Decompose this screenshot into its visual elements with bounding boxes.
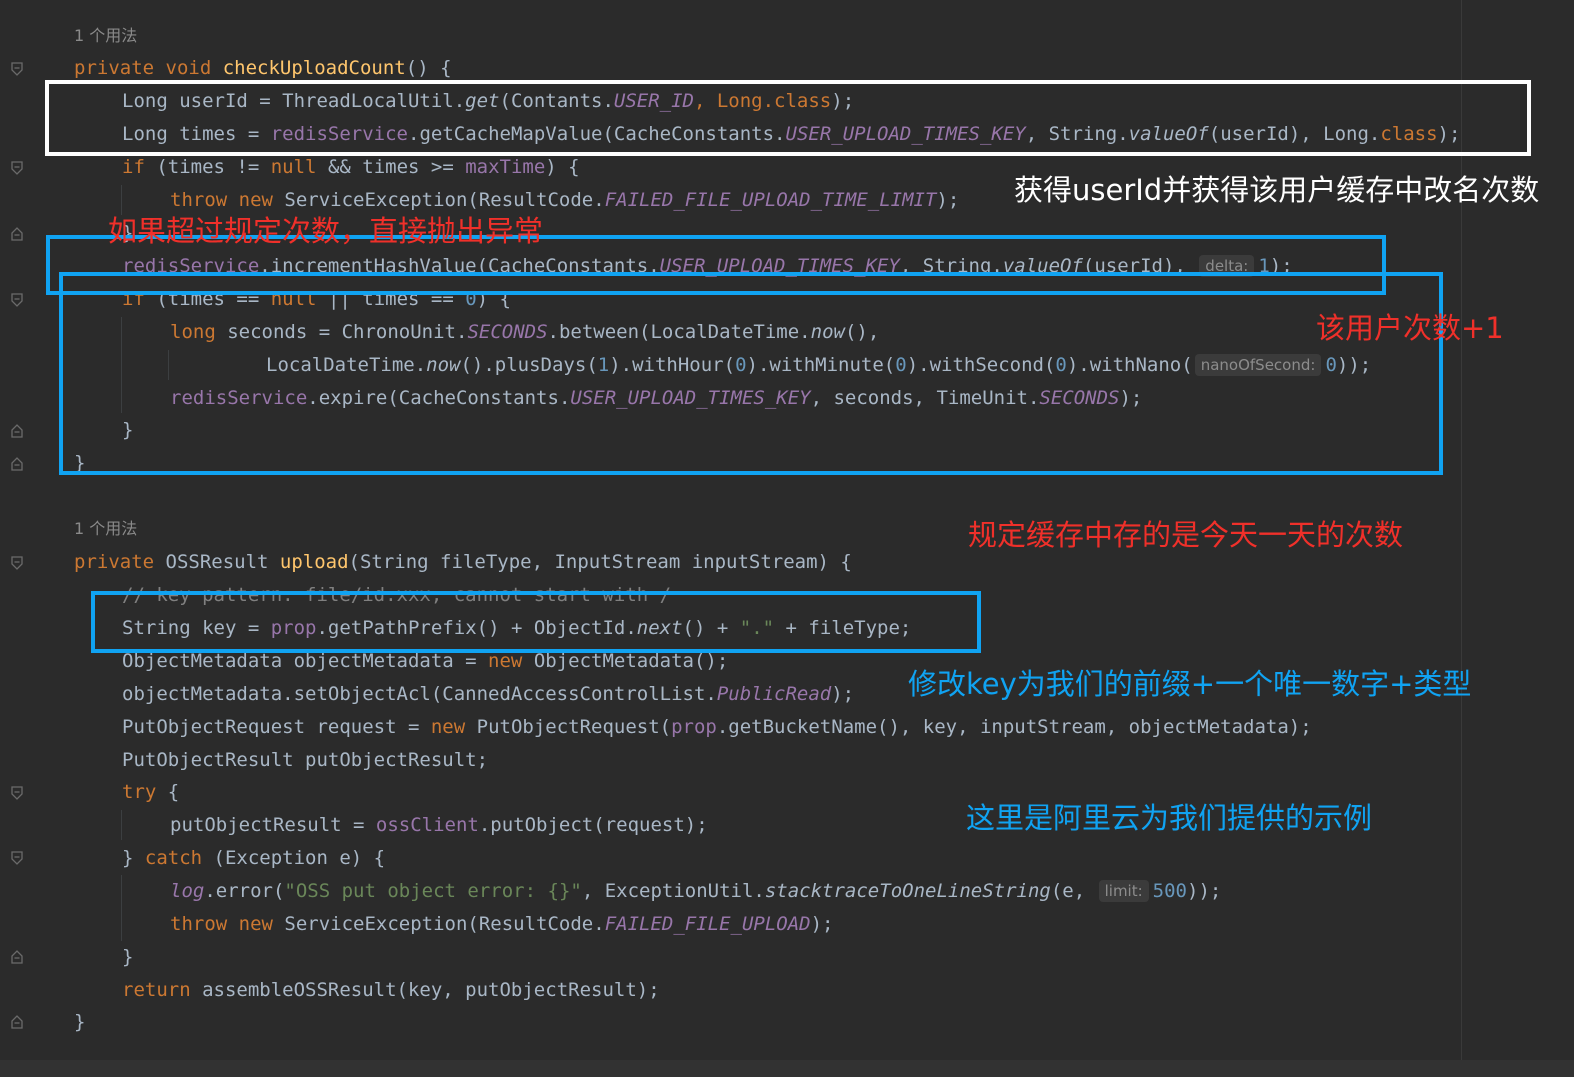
annotation-key-format: 修改key为我们的前缀+一个唯一数字+类型 xyxy=(908,667,1472,701)
code-line: } xyxy=(74,1011,86,1033)
usage-hint[interactable]: 1 个用法 xyxy=(74,518,137,540)
status-strip xyxy=(0,1060,1574,1077)
code-line: PutObjectRequest request = new PutObject… xyxy=(122,716,1312,738)
highlight-box-expire xyxy=(59,272,1443,475)
fold-icon[interactable] xyxy=(11,62,23,76)
code-line: throw new ServiceException(ResultCode.FA… xyxy=(170,913,834,935)
fold-icon[interactable] xyxy=(11,161,23,175)
code-line: try { xyxy=(122,781,180,803)
annotation-increment: 该用户次数+1 xyxy=(1316,311,1504,345)
code-line: putObjectResult = ossClient.putObject(re… xyxy=(170,814,708,836)
indent-guide xyxy=(121,185,122,215)
fold-icon[interactable] xyxy=(11,786,23,800)
indent-guide xyxy=(121,875,122,941)
code-line: } catch (Exception e) { xyxy=(122,847,386,869)
code-line: PutObjectResult putObjectResult; xyxy=(122,749,489,771)
fold-end-icon[interactable] xyxy=(11,227,23,241)
fold-end-icon[interactable] xyxy=(11,950,23,964)
annotation-today-cache: 规定缓存中存的是今天一天的次数 xyxy=(968,518,1404,552)
code-line: throw new ServiceException(ResultCode.FA… xyxy=(170,189,960,211)
code-line: log.error("OSS put object error: {}", Ex… xyxy=(170,880,1222,902)
highlight-box-user-times xyxy=(45,80,1531,156)
fold-icon[interactable] xyxy=(11,556,23,570)
code-editor[interactable]: 1 个用法 private void checkUploadCount() { … xyxy=(0,0,1574,1077)
annotation-user-times: 获得userId并获得该用户缓存中改名次数 xyxy=(1014,173,1540,207)
highlight-box-key xyxy=(91,591,981,653)
code-line: } xyxy=(122,946,134,968)
usage-hint[interactable]: 1 个用法 xyxy=(74,25,137,47)
code-line: objectMetadata.setObjectAcl(CannedAccess… xyxy=(122,683,855,705)
code-line: private OSSResult upload(String fileType… xyxy=(74,551,852,573)
indent-guide xyxy=(121,810,122,840)
fold-end-icon[interactable] xyxy=(11,424,23,438)
fold-icon[interactable] xyxy=(11,293,23,307)
code-line: if (times != null && times >= maxTime) { xyxy=(122,156,580,178)
code-line: return assembleOSSResult(key, putObjectR… xyxy=(122,979,660,1001)
code-line: private void checkUploadCount() { xyxy=(74,57,452,79)
param-hint: limit: xyxy=(1098,880,1149,902)
right-margin-guide xyxy=(1461,0,1462,1060)
fold-end-icon[interactable] xyxy=(11,1015,23,1029)
fold-end-icon[interactable] xyxy=(11,457,23,471)
annotation-throw: 如果超过规定次数，直接抛出异常 xyxy=(108,214,544,248)
fold-icon[interactable] xyxy=(11,851,23,865)
annotation-aliyun-example: 这里是阿里云为我们提供的示例 xyxy=(966,801,1373,835)
